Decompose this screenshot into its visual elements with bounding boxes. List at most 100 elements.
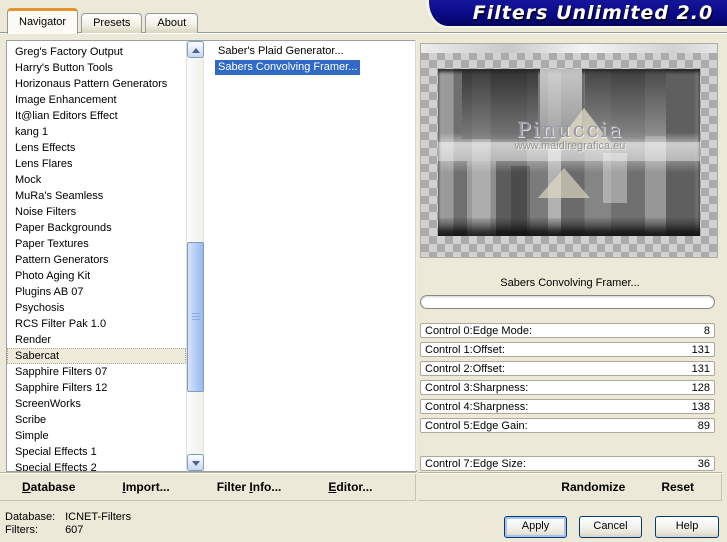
pattern-block	[438, 217, 700, 236]
category-item[interactable]: MuRa's Seamless	[7, 188, 186, 204]
selected-filter-caption: Sabers Convolving Framer...	[500, 277, 640, 289]
category-item[interactable]: ScreenWorks	[7, 396, 186, 412]
control-slider-row[interactable]: Control 3:Sharpness: 128	[420, 380, 715, 395]
category-item[interactable]: Mock	[7, 172, 186, 188]
title-banner: Filters Unlimited 2.0	[426, 0, 727, 28]
toolbar-button[interactable]: Filter Info...	[217, 480, 282, 494]
control-value: 128	[691, 382, 710, 394]
category-item[interactable]: Pattern Generators	[7, 252, 186, 268]
tab[interactable]: Navigator	[7, 8, 79, 34]
preview-pattern	[438, 69, 700, 236]
status-filters: Filters: 607	[5, 524, 83, 536]
label-part: mport...	[125, 480, 170, 494]
category-item[interactable]: Photo Aging Kit	[7, 268, 186, 284]
scroll-down-icon	[192, 461, 200, 466]
category-item[interactable]: Image Enhancement	[7, 92, 186, 108]
status-database-label: Database:	[5, 511, 56, 523]
category-item[interactable]: Scribe	[7, 412, 186, 428]
cancel-button[interactable]: Cancel	[579, 516, 642, 538]
status-database: Database: ICNET-Filters	[5, 511, 131, 523]
category-scrollbar[interactable]	[186, 41, 204, 471]
tab[interactable]: About	[145, 13, 199, 33]
filter-item[interactable]: Sabers Convolving Framer...	[215, 60, 361, 75]
scroll-up-icon	[192, 48, 200, 53]
pattern-block	[461, 69, 538, 140]
category-item[interactable]: Paper Textures	[7, 236, 186, 252]
control-slider-row[interactable]: Control 4:Sharpness: 138	[420, 399, 715, 414]
category-item[interactable]: Special Effects 2	[7, 460, 186, 471]
control-value: 131	[691, 344, 710, 356]
category-item[interactable]: Paper Backgrounds	[7, 220, 186, 236]
control-label: Control 4:Sharpness:	[425, 401, 529, 413]
panel-divider	[415, 40, 417, 470]
randomize-button[interactable]: Randomize	[561, 480, 625, 494]
control-value: 138	[691, 401, 710, 413]
category-item[interactable]: Lens Effects	[7, 140, 186, 156]
tab-bar: Navigator Presets About	[7, 8, 201, 34]
category-item[interactable]: Lens Flares	[7, 156, 186, 172]
toolbar-button[interactable]: Import...	[122, 480, 169, 494]
category-item[interactable]: Sapphire Filters 12	[7, 380, 186, 396]
control-label: Control 2:Offset:	[425, 363, 505, 375]
category-item[interactable]: It@lian Editors Effect	[7, 108, 186, 124]
watermark-triangle	[558, 108, 610, 142]
control-slider-row[interactable]: Control 7:Edge Size: 36	[420, 456, 715, 471]
reset-button[interactable]: Reset	[661, 480, 694, 494]
filter-panel: Sabers Convolving Framer... Control 0:Ed…	[418, 40, 722, 472]
control-label: Control 3:Sharpness:	[425, 382, 529, 394]
pattern-block	[603, 152, 627, 203]
status-filters-value: 607	[65, 524, 84, 536]
control-label: Control 5:Edge Gain:	[425, 420, 528, 432]
label-part: atabase	[30, 480, 76, 494]
tab[interactable]: Presets	[81, 13, 143, 33]
category-item[interactable]: Noise Filters	[7, 204, 186, 220]
toolbar-button[interactable]: Editor...	[328, 480, 372, 494]
category-item[interactable]: Horizonaus Pattern Generators	[7, 76, 186, 92]
category-item[interactable]: Special Effects 1	[7, 444, 186, 460]
scroll-up-button[interactable]	[187, 41, 204, 58]
right-toolbar: Randomize Reset	[418, 472, 722, 501]
control-slider-row[interactable]: Control 1:Offset: 131	[420, 342, 715, 357]
help-button[interactable]: Help	[655, 516, 719, 538]
pattern-block	[438, 142, 700, 161]
category-item[interactable]: Render	[7, 332, 186, 348]
progress-bar	[420, 295, 715, 309]
control-value: 89	[697, 420, 710, 432]
status-database-value: ICNET-Filters	[65, 511, 132, 523]
category-item[interactable]: Plugins AB 07	[7, 284, 186, 300]
filters-unlimited-dialog: Filters Unlimited 2.0 Navigator Presets …	[0, 0, 727, 542]
control-value: 36	[697, 458, 710, 470]
control-slider-row[interactable]: Control 0:Edge Mode: 8	[420, 323, 715, 338]
preview-image[interactable]	[420, 43, 718, 258]
scrollbar-thumb[interactable]	[187, 242, 204, 392]
category-item[interactable]: Sabercat	[7, 348, 186, 364]
control-slider-row[interactable]: Control 5:Edge Gain: 89	[420, 418, 715, 433]
watermark-triangle	[538, 168, 590, 198]
category-item[interactable]: Psychosis	[7, 300, 186, 316]
apply-button[interactable]: Apply	[504, 516, 567, 538]
category-item[interactable]: Harry's Button Tools	[7, 60, 186, 76]
control-sliders: Control 0:Edge Mode: 8 Control 1:Offset:…	[420, 323, 715, 475]
control-value: 131	[691, 363, 710, 375]
toolbar-button[interactable]: Database	[22, 480, 75, 494]
control-value: 8	[703, 325, 710, 337]
category-item[interactable]: Greg's Factory Output	[7, 44, 186, 60]
browser-listbox: Greg's Factory Output Harry's Button Too…	[6, 40, 417, 472]
control-label: Control 1:Offset:	[425, 344, 505, 356]
filter-item[interactable]: Saber's Plaid Generator...	[215, 44, 347, 59]
thumb-grip-icon	[192, 313, 200, 321]
category-item[interactable]: RCS Filter Pak 1.0	[7, 316, 186, 332]
control-slider-row[interactable]: Control 2:Offset: 131	[420, 361, 715, 376]
scroll-down-button[interactable]	[187, 454, 204, 471]
category-item[interactable]: kang 1	[7, 124, 186, 140]
category-item[interactable]: Simple	[7, 428, 186, 444]
label-part: ditor...	[336, 480, 373, 494]
filter-list: Saber's Plaid Generator... Sabers Convol…	[203, 41, 416, 471]
preview-top-strip	[421, 44, 717, 53]
control-label: Control 7:Edge Size:	[425, 458, 526, 470]
category-item[interactable]: Sapphire Filters 07	[7, 364, 186, 380]
label-part: nfo...	[252, 480, 282, 494]
label-part: Filter	[216, 480, 250, 494]
control-label: Control 0:Edge Mode:	[425, 325, 533, 337]
category-list: Greg's Factory Output Harry's Button Too…	[7, 41, 186, 471]
